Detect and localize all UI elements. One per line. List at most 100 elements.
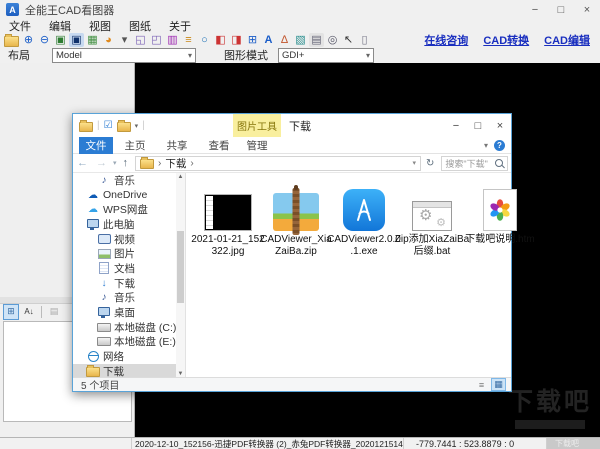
nav-item-label: OneDrive — [103, 189, 147, 201]
chevron-down-icon[interactable]: ▾ — [135, 122, 139, 130]
picture-tools-tab[interactable]: 图片工具 — [233, 114, 281, 137]
file-tile-exe[interactable]: CADViewer2.0.0.1.exe — [334, 181, 394, 379]
open-file-icon[interactable] — [4, 36, 19, 47]
nav-item-label: 视频 — [114, 232, 135, 247]
wps-cloud-icon: ☁ — [86, 204, 100, 215]
up-icon[interactable]: ↑ — [119, 157, 133, 169]
nav-item[interactable]: 文档 — [73, 261, 185, 276]
clipboard-icon[interactable]: ▯ — [357, 33, 372, 47]
select-arrow-icon[interactable]: ↖ — [341, 33, 356, 47]
zoom-in-icon[interactable]: ⊕ — [21, 33, 36, 47]
recent-locations-icon[interactable]: ▾ — [111, 159, 119, 167]
toolbar-link[interactable]: CAD转换 — [483, 32, 529, 48]
dropdown-icon[interactable]: ▾ — [117, 33, 132, 47]
maximize-icon[interactable]: □ — [548, 1, 574, 19]
quick-access-toolbar: | ☑ ▾ | — [73, 120, 145, 132]
breadcrumb[interactable]: › 下载 › ▾ — [135, 156, 421, 171]
property-pages-icon[interactable]: ▤ — [46, 304, 62, 320]
nav-scrollbar[interactable]: ▲ ▼ — [176, 173, 185, 379]
nav-item[interactable]: 本地磁盘 (E:) — [73, 335, 185, 350]
refresh-icon[interactable]: ↻ — [421, 158, 439, 169]
file-tile-bat[interactable]: ⚙⚙ Zip添加XiaZaiBa后缀.bat — [402, 181, 462, 379]
stamp-icon[interactable]: ▥ — [165, 33, 180, 47]
layers-icon[interactable]: ▧ — [293, 33, 308, 47]
cad-statusbar: 2020-12-10_152156-迅捷PDF转换器 (2)_赤兔PDF转换器_… — [0, 437, 600, 449]
grid-icon[interactable]: ⊞ — [245, 33, 260, 47]
details-view-icon[interactable]: ≡ — [474, 378, 489, 391]
downloads-icon: ↓ — [97, 278, 111, 289]
image-split2-icon[interactable]: ◨ — [229, 33, 244, 47]
search-icon[interactable] — [495, 159, 503, 167]
text-icon[interactable]: A — [261, 33, 276, 47]
tab-share[interactable]: 共享 — [159, 137, 195, 154]
tab-home[interactable]: 主页 — [117, 137, 153, 154]
zoom-out-icon[interactable]: ⊖ — [37, 33, 52, 47]
crumb-separator[interactable]: › — [190, 158, 193, 169]
toolbar-link[interactable]: CAD编辑 — [544, 32, 590, 48]
image-dark-icon[interactable]: ▣ — [69, 33, 84, 47]
address-bar: ← → ▾ ↑ › 下载 › ▾ ↻ 搜索"下载" — [73, 154, 511, 173]
nav-item[interactable]: 此电脑 — [73, 217, 185, 232]
categorized-icon[interactable]: ⊞ — [3, 304, 19, 320]
help-icon[interactable]: ? — [494, 140, 505, 151]
window-copy-icon[interactable]: ◱ — [133, 33, 148, 47]
graphics-mode-select[interactable]: GDI+ ▾ — [278, 48, 374, 63]
back-icon[interactable]: ← — [73, 157, 92, 169]
scrollbar-thumb[interactable] — [177, 231, 184, 303]
window-paste-icon[interactable]: ◰ — [149, 33, 164, 47]
print-icon[interactable]: ▤ — [309, 33, 324, 47]
this-pc-icon — [86, 221, 100, 228]
maximize-icon[interactable]: □ — [467, 115, 489, 137]
nav-item[interactable]: ♪音乐 — [73, 291, 185, 306]
divider: | — [142, 120, 145, 131]
measure-icon[interactable]: ∆ — [277, 33, 292, 47]
minimize-icon[interactable]: − — [445, 115, 467, 137]
scroll-up-icon[interactable]: ▲ — [176, 173, 185, 182]
statusbar-watermark: 下载吧 — [547, 438, 600, 449]
layout-select[interactable]: Model ▾ — [52, 48, 196, 63]
forward-icon[interactable]: → — [92, 157, 111, 169]
file-tile-zip[interactable]: CADViewer_XiaZaiBa.zip — [266, 181, 326, 379]
nav-item[interactable]: 本地磁盘 (C:) — [73, 320, 185, 335]
alphabetical-sort-icon[interactable]: A↓ — [21, 304, 37, 320]
nav-item[interactable]: 网络 — [73, 349, 185, 364]
ribbon-collapse-icon[interactable]: ▾ — [484, 141, 488, 150]
layout-label: 布局 — [8, 47, 30, 63]
nav-item-label: WPS网盘 — [103, 202, 148, 217]
nav-item[interactable]: 图片 — [73, 246, 185, 261]
search-input[interactable]: 搜索"下载" — [441, 156, 508, 171]
file-list: 2021-01-21_152322.jpg CADViewer_XiaZaiBa… — [186, 173, 511, 379]
explorer-window-title: 下载 — [289, 114, 311, 137]
address-dropdown-icon[interactable]: ▾ — [413, 159, 417, 167]
image-split-icon[interactable]: ◧ — [213, 33, 228, 47]
minimize-icon[interactable]: − — [522, 1, 548, 19]
save-image-icon[interactable]: ▣ — [53, 33, 68, 47]
image-green-icon[interactable]: ▦ — [85, 33, 100, 47]
nav-item[interactable]: 视频 — [73, 232, 185, 247]
circle-select-icon[interactable]: ○ — [197, 33, 212, 47]
nav-item[interactable]: ☁OneDrive — [73, 188, 185, 203]
nav-item-label: 此电脑 — [103, 217, 135, 232]
nav-item[interactable]: ☁WPS网盘 — [73, 202, 185, 217]
tab-manage[interactable]: 管理 — [239, 137, 275, 154]
folder-icon[interactable] — [79, 122, 93, 132]
nav-item-label: 本地磁盘 (C:) — [114, 320, 176, 335]
thumbnails-view-icon[interactable]: ▦ — [491, 378, 506, 391]
file-tile-htm[interactable]: 下载吧说明.htm — [470, 181, 530, 379]
close-icon[interactable]: × — [489, 115, 511, 137]
new-folder-icon[interactable] — [117, 122, 131, 132]
close-icon[interactable]: × — [574, 1, 600, 19]
htm-page-icon — [483, 189, 517, 231]
color-wheel-icon[interactable]: ◕ — [101, 33, 116, 47]
nav-item[interactable]: 桌面 — [73, 305, 185, 320]
target-icon[interactable]: ◎ — [325, 33, 340, 47]
properties-check-icon[interactable]: ☑ — [104, 120, 113, 131]
list-icon[interactable]: ≡ — [181, 33, 196, 47]
tab-view[interactable]: 查看 — [201, 137, 237, 154]
file-tile-jpg[interactable]: 2021-01-21_152322.jpg — [198, 181, 258, 379]
toolbar-link[interactable]: 在线咨询 — [424, 32, 468, 48]
nav-item[interactable]: ♪音乐 — [73, 173, 185, 188]
tab-file[interactable]: 文件 — [79, 137, 113, 154]
breadcrumb-item-downloads[interactable]: 下载 — [165, 156, 186, 171]
nav-item[interactable]: ↓下载 — [73, 276, 185, 291]
